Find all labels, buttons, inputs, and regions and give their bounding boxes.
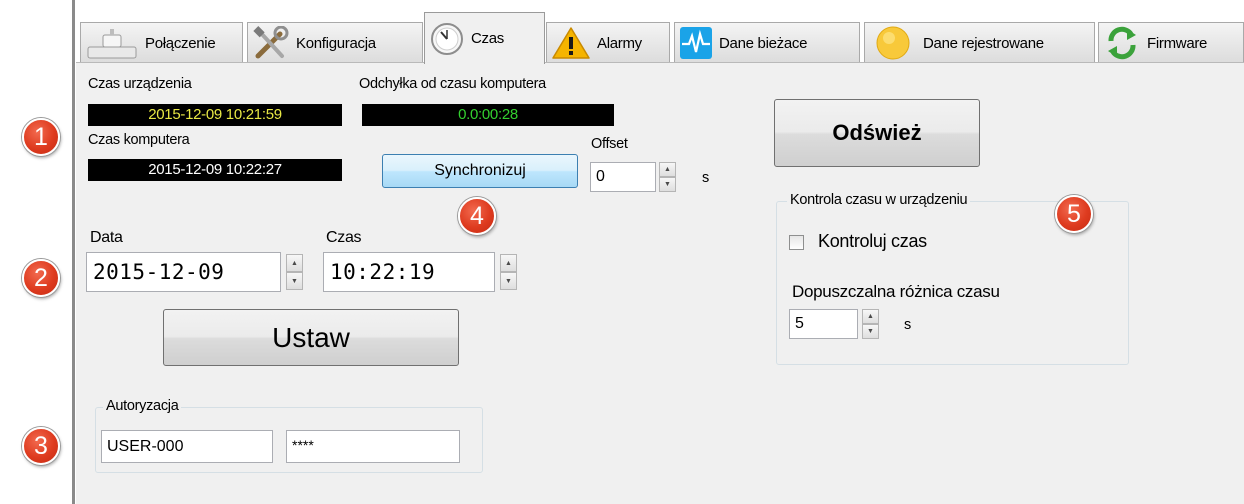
refresh-button-label: Odśwież bbox=[832, 120, 922, 145]
tolerance-unit: s bbox=[904, 317, 911, 333]
offset-label: Offset bbox=[591, 136, 628, 152]
offset-unit: s bbox=[702, 170, 709, 186]
tab-label: Firmware bbox=[1147, 34, 1208, 52]
synchronize-button[interactable]: Synchronizuj bbox=[382, 154, 578, 188]
spin-down-icon[interactable]: ▼ bbox=[286, 272, 303, 290]
tolerance-label: Dopuszczalna różnica czasu bbox=[792, 282, 1000, 301]
time-control-title: Kontrola czasu w urządzeniu bbox=[787, 192, 971, 208]
offset-input[interactable]: 0 bbox=[590, 162, 656, 192]
tools-icon bbox=[253, 26, 289, 59]
tab-label: Połączenie bbox=[145, 34, 216, 52]
time-offset-label: Odchyłka od czasu komputera bbox=[359, 76, 546, 92]
marker-5: 5 bbox=[1055, 195, 1093, 233]
device-time-label: Czas urządzenia bbox=[88, 76, 192, 92]
spin-up-icon[interactable]: ▲ bbox=[286, 254, 303, 272]
tab-label: Alarmy bbox=[597, 34, 642, 52]
tolerance-input[interactable]: 5 bbox=[789, 309, 858, 339]
tab-time[interactable]: Czas bbox=[424, 12, 545, 64]
time-offset-display: 0.0:00:28 bbox=[362, 104, 614, 126]
warning-icon bbox=[552, 27, 590, 59]
time-label: Czas bbox=[326, 229, 362, 246]
tab-label: Czas bbox=[471, 30, 504, 47]
tab-label: Konfiguracja bbox=[296, 34, 376, 52]
marker-4: 4 bbox=[458, 197, 496, 235]
tab-live-data[interactable]: Dane bieżace bbox=[674, 22, 860, 63]
refresh-button[interactable]: Odśwież bbox=[774, 99, 980, 167]
window-left-border bbox=[72, 0, 75, 504]
authorization-title: Autoryzacja bbox=[103, 398, 182, 414]
tolerance-spinner[interactable]: ▲ ▼ bbox=[862, 309, 879, 339]
tab-label: Dane rejestrowane bbox=[923, 34, 1044, 52]
control-time-checkbox[interactable] bbox=[789, 235, 804, 250]
spin-up-icon[interactable]: ▲ bbox=[862, 309, 879, 324]
synchronize-button-label: Synchronizuj bbox=[434, 162, 526, 179]
tab-configuration[interactable]: Konfiguracja bbox=[247, 22, 423, 63]
spin-down-icon[interactable]: ▼ bbox=[659, 177, 676, 192]
offset-spinner[interactable]: ▲ ▼ bbox=[659, 162, 676, 192]
computer-time-label: Czas komputera bbox=[88, 132, 190, 148]
tab-alarms[interactable]: Alarmy bbox=[546, 22, 670, 63]
date-input[interactable]: 2015-12-09 bbox=[86, 252, 281, 292]
tab-label: Dane bieżace bbox=[719, 34, 808, 52]
refresh-icon bbox=[1108, 26, 1136, 60]
control-time-label[interactable]: Kontroluj czas bbox=[818, 231, 927, 252]
date-label: Data bbox=[90, 229, 123, 246]
time-input[interactable]: 10:22:19 bbox=[323, 252, 495, 292]
connection-icon bbox=[87, 29, 137, 59]
spin-down-icon[interactable]: ▼ bbox=[500, 272, 517, 290]
tab-logged-data[interactable]: Dane rejestrowane bbox=[864, 22, 1095, 63]
spin-down-icon[interactable]: ▼ bbox=[862, 324, 879, 339]
device-time-display: 2015-12-09 10:21:59 bbox=[88, 104, 342, 126]
set-button-label: Ustaw bbox=[272, 321, 350, 353]
marker-2: 2 bbox=[22, 259, 60, 297]
date-spinner[interactable]: ▲ ▼ bbox=[286, 254, 303, 290]
marker-3: 3 bbox=[22, 427, 60, 465]
marker-1: 1 bbox=[22, 118, 60, 156]
spin-up-icon[interactable]: ▲ bbox=[659, 162, 676, 177]
computer-time-display: 2015-12-09 10:22:27 bbox=[88, 159, 342, 181]
time-spinner[interactable]: ▲ ▼ bbox=[500, 254, 517, 290]
username-input[interactable]: USER-000 bbox=[101, 430, 273, 463]
yellow-circle-icon bbox=[876, 26, 910, 60]
clock-icon bbox=[431, 22, 463, 55]
pulse-icon bbox=[680, 27, 712, 59]
spin-up-icon[interactable]: ▲ bbox=[500, 254, 517, 272]
password-input[interactable]: **** bbox=[286, 430, 460, 463]
tab-firmware[interactable]: Firmware bbox=[1098, 22, 1244, 63]
set-button[interactable]: Ustaw bbox=[163, 309, 459, 366]
tab-connection[interactable]: Połączenie bbox=[80, 22, 243, 63]
